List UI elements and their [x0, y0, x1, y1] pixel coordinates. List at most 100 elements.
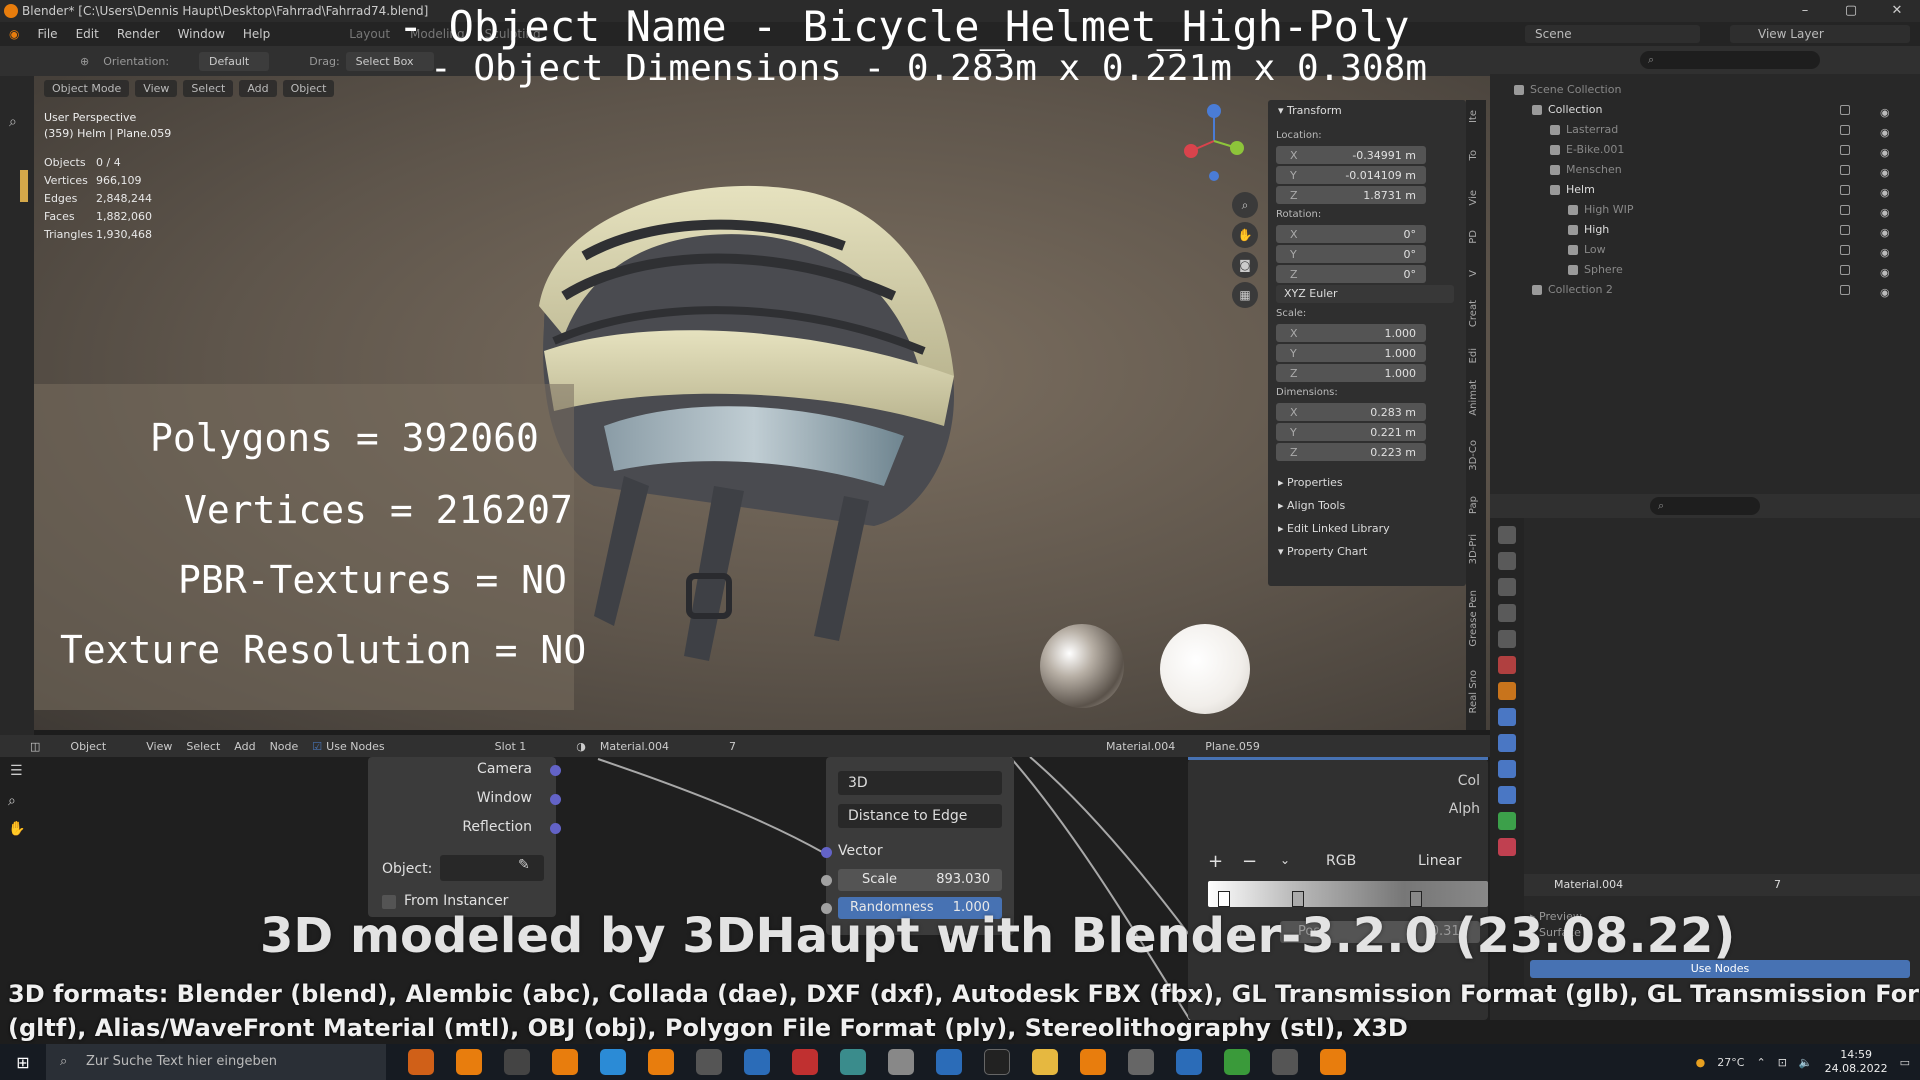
- notifications-icon[interactable]: ▭: [1900, 1056, 1910, 1069]
- outliner-row[interactable]: Collection 2 ◉: [1490, 280, 1920, 300]
- file-explorer-icon[interactable]: [1032, 1049, 1058, 1075]
- sidebar-tab[interactable]: V: [1468, 270, 1479, 277]
- settings-icon[interactable]: [1272, 1049, 1298, 1075]
- color-ramp-gradient[interactable]: [1208, 881, 1488, 907]
- exclude-checkbox[interactable]: [1840, 245, 1850, 255]
- sidebar-tab[interactable]: Animat: [1468, 380, 1479, 416]
- app-icon[interactable]: [696, 1049, 722, 1075]
- menu-help[interactable]: Help: [234, 27, 279, 41]
- ramp-stop-2[interactable]: [1410, 891, 1422, 907]
- from-instancer-checkbox[interactable]: [382, 895, 396, 909]
- voronoi-dimension-dropdown[interactable]: 3D: [838, 771, 1002, 795]
- close-button[interactable]: ✕: [1874, 0, 1920, 22]
- outliner-row[interactable]: High WIP ◉: [1490, 200, 1920, 220]
- object-tab-icon[interactable]: [1498, 682, 1516, 700]
- vector-socket[interactable]: [821, 847, 832, 858]
- node-menu-view[interactable]: View: [146, 740, 172, 753]
- node-menu-node[interactable]: Node: [270, 740, 299, 753]
- weather-icon[interactable]: ●: [1696, 1056, 1706, 1069]
- minimize-button[interactable]: –: [1782, 0, 1828, 22]
- ramp-stop-0[interactable]: [1218, 891, 1230, 907]
- particles-tab-icon[interactable]: [1498, 734, 1516, 752]
- scale-z-field[interactable]: Z 1.000: [1276, 364, 1426, 382]
- outliner-row[interactable]: High ◉: [1490, 220, 1920, 240]
- node-zoom-icon[interactable]: ⌕: [8, 793, 16, 809]
- camera-view-icon[interactable]: ◙: [1232, 252, 1258, 278]
- world-tab-icon[interactable]: [1498, 656, 1516, 674]
- location-y-field[interactable]: Y -0.014109 m: [1276, 166, 1426, 184]
- sidebar-tab[interactable]: Grease Pen: [1468, 590, 1479, 647]
- node-menu-select[interactable]: Select: [186, 740, 220, 753]
- remove-stop-button[interactable]: −: [1242, 851, 1257, 872]
- exclude-checkbox[interactable]: [1840, 265, 1850, 275]
- exclude-checkbox[interactable]: [1840, 185, 1850, 195]
- tray-chevron-icon[interactable]: ⌃: [1756, 1056, 1765, 1069]
- zoom-icon[interactable]: ⌕: [1232, 192, 1258, 218]
- blender-taskbar-icon[interactable]: [552, 1049, 578, 1075]
- grid-view-icon[interactable]: ▦: [1232, 282, 1258, 308]
- material-selector[interactable]: Material.004 7: [1524, 874, 1920, 896]
- windows-start-icon[interactable]: ⊞: [0, 1053, 46, 1072]
- scene-tab-icon[interactable]: [1498, 630, 1516, 648]
- orientation-dropdown[interactable]: Default: [199, 51, 270, 71]
- app-icon[interactable]: [936, 1049, 962, 1075]
- menu-edit[interactable]: Edit: [67, 27, 108, 41]
- transform-header[interactable]: ▾ Transform: [1268, 100, 1466, 121]
- edit-linked-library-subpanel[interactable]: ▸ Edit Linked Library: [1268, 517, 1466, 540]
- color-mode-dropdown[interactable]: RGB: [1316, 849, 1388, 873]
- exclude-checkbox[interactable]: [1840, 145, 1850, 155]
- sidebar-tab[interactable]: Ite: [1468, 110, 1479, 123]
- node-menu-add[interactable]: Add: [234, 740, 255, 753]
- camera-socket[interactable]: [550, 765, 561, 776]
- dimensions-z-field[interactable]: Z 0.223 m: [1276, 443, 1426, 461]
- node-right-object[interactable]: Plane.059: [1205, 740, 1260, 753]
- interpolation-dropdown[interactable]: Linear: [1408, 849, 1488, 873]
- outliner-row[interactable]: Lasterrad ◉: [1490, 120, 1920, 140]
- sidebar-tab[interactable]: Real Sno: [1468, 670, 1479, 714]
- outliner-row[interactable]: E-Bike.001 ◉: [1490, 140, 1920, 160]
- view-layer-tab-icon[interactable]: [1498, 604, 1516, 622]
- taskbar-search-field[interactable]: ⌕ Zur Suche Text hier eingeben: [46, 1044, 386, 1080]
- outliner-row[interactable]: Low ◉: [1490, 240, 1920, 260]
- outliner-row[interactable]: Collection ◉: [1490, 100, 1920, 120]
- node-material-name[interactable]: Material.004: [600, 740, 669, 753]
- sidebar-tab[interactable]: 3D-Pri: [1468, 534, 1479, 564]
- rotation-mode-dropdown[interactable]: XYZ Euler: [1276, 285, 1454, 303]
- rotation-z-field[interactable]: Z 0°: [1276, 265, 1426, 283]
- outliner-row[interactable]: Scene Collection: [1490, 80, 1920, 100]
- mail-icon[interactable]: [744, 1049, 770, 1075]
- tab-layout[interactable]: Layout: [339, 27, 400, 41]
- rotation-y-field[interactable]: Y 0°: [1276, 245, 1426, 263]
- scale-y-field[interactable]: Y 1.000: [1276, 344, 1426, 362]
- navigation-gizmo[interactable]: [1179, 96, 1249, 186]
- rotation-x-field[interactable]: X 0°: [1276, 225, 1426, 243]
- outliner-row[interactable]: Sphere ◉: [1490, 260, 1920, 280]
- sidebar-tab[interactable]: PD: [1468, 230, 1479, 244]
- outliner-row[interactable]: Helm ◉: [1490, 180, 1920, 200]
- viewport-menu-object[interactable]: Object: [282, 80, 335, 97]
- scale-field[interactable]: Scale 893.030: [838, 869, 1002, 891]
- clock[interactable]: 14:59 24.08.2022: [1825, 1048, 1888, 1076]
- blender-taskbar-icon[interactable]: [648, 1049, 674, 1075]
- sidebar-tab[interactable]: Creat: [1468, 300, 1479, 327]
- pan-hand-icon[interactable]: ✋: [1232, 222, 1258, 248]
- physics-tab-icon[interactable]: [1498, 760, 1516, 778]
- location-z-field[interactable]: Z 1.8731 m: [1276, 186, 1426, 204]
- sidebar-tab[interactable]: Edi: [1468, 348, 1479, 363]
- cube-app-icon[interactable]: [1128, 1049, 1154, 1075]
- mode-dropdown[interactable]: Object Mode: [44, 80, 130, 97]
- scale-socket[interactable]: [821, 875, 832, 886]
- search-icon[interactable]: ⌕: [9, 114, 17, 130]
- output-tab-icon[interactable]: [1498, 578, 1516, 596]
- sidebar-tab[interactable]: To: [1468, 150, 1479, 161]
- material-tab-icon[interactable]: [1498, 838, 1516, 856]
- menu-render[interactable]: Render: [108, 27, 169, 41]
- drag-dropdown[interactable]: Select Box: [345, 51, 434, 71]
- modifier-tab-icon[interactable]: [1498, 708, 1516, 726]
- network-icon[interactable]: ⊡: [1778, 1056, 1787, 1069]
- exclude-checkbox[interactable]: [1840, 225, 1850, 235]
- constraints-tab-icon[interactable]: [1498, 786, 1516, 804]
- node-pan-icon[interactable]: ✋: [8, 821, 25, 837]
- window-socket[interactable]: [550, 794, 561, 805]
- edge-icon[interactable]: [600, 1049, 626, 1075]
